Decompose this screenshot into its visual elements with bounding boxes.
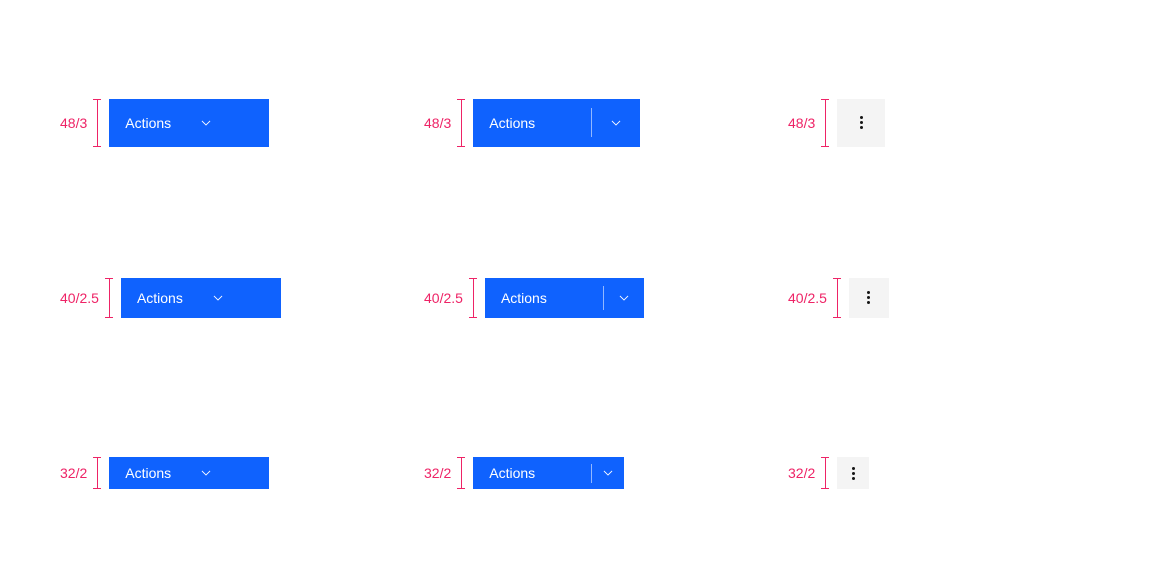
cell-menu-40: 40/2.5 Actions xyxy=(30,235,394,360)
bracket-icon xyxy=(93,99,101,147)
size-spec: 48/3 xyxy=(60,99,101,147)
bracket-icon xyxy=(821,457,829,489)
menu-button[interactable]: Actions xyxy=(109,99,269,147)
cell-split-40: 40/2.5 Actions xyxy=(394,235,758,360)
split-button[interactable]: Actions xyxy=(485,278,644,318)
size-spec: 48/3 xyxy=(788,99,829,147)
bracket-icon xyxy=(93,457,101,489)
size-spec: 32/2 xyxy=(60,457,101,489)
chevron-down-icon xyxy=(199,466,227,480)
cell-menu-32: 32/2 Actions xyxy=(30,411,394,536)
split-button-label: Actions xyxy=(501,290,547,306)
cell-overflow-32: 32/2 xyxy=(758,411,1122,536)
split-button-label: Actions xyxy=(489,115,535,131)
size-spec: 32/2 xyxy=(424,457,465,489)
bracket-icon xyxy=(457,99,465,147)
cell-menu-48: 48/3 Actions xyxy=(30,60,394,185)
split-button-toggle[interactable] xyxy=(592,99,640,147)
size-spec: 40/2.5 xyxy=(788,278,841,318)
overflow-menu-button[interactable] xyxy=(837,457,869,489)
overflow-vertical-icon xyxy=(867,291,870,304)
cell-overflow-48: 48/3 xyxy=(758,60,1122,185)
size-spec: 40/2.5 xyxy=(60,278,113,318)
overflow-vertical-icon xyxy=(852,467,855,480)
menu-button-label: Actions xyxy=(121,290,211,306)
split-button-toggle[interactable] xyxy=(604,278,644,318)
spec-grid: 48/3 Actions 48/3 Actions xyxy=(0,0,1152,576)
size-spec: 48/3 xyxy=(424,99,465,147)
bracket-icon xyxy=(821,99,829,147)
spec-label: 40/2.5 xyxy=(788,290,827,306)
menu-button-label: Actions xyxy=(109,115,199,131)
split-button-main[interactable]: Actions xyxy=(473,457,591,489)
spec-label: 32/2 xyxy=(60,465,87,481)
cell-overflow-40: 40/2.5 xyxy=(758,235,1122,360)
size-spec: 32/2 xyxy=(788,457,829,489)
cell-split-32: 32/2 Actions xyxy=(394,411,758,536)
bracket-icon xyxy=(457,457,465,489)
overflow-menu-button[interactable] xyxy=(849,278,889,318)
cell-split-48: 48/3 Actions xyxy=(394,60,758,185)
chevron-down-icon xyxy=(211,291,239,305)
spec-label: 40/2.5 xyxy=(424,290,463,306)
spec-label: 40/2.5 xyxy=(60,290,99,306)
spec-label: 32/2 xyxy=(788,465,815,481)
chevron-down-icon xyxy=(609,116,623,130)
split-button-label: Actions xyxy=(489,465,535,481)
spec-label: 48/3 xyxy=(60,115,87,131)
split-button-main[interactable]: Actions xyxy=(473,99,591,147)
menu-button-label: Actions xyxy=(109,465,199,481)
spec-label: 48/3 xyxy=(424,115,451,131)
chevron-down-icon xyxy=(601,466,615,480)
size-spec: 40/2.5 xyxy=(424,278,477,318)
menu-button[interactable]: Actions xyxy=(121,278,281,318)
spec-label: 48/3 xyxy=(788,115,815,131)
overflow-menu-button[interactable] xyxy=(837,99,885,147)
chevron-down-icon xyxy=(617,291,631,305)
spec-label: 32/2 xyxy=(424,465,451,481)
menu-button[interactable]: Actions xyxy=(109,457,269,489)
overflow-vertical-icon xyxy=(860,116,863,129)
split-button[interactable]: Actions xyxy=(473,99,640,147)
chevron-down-icon xyxy=(199,116,227,130)
bracket-icon xyxy=(105,278,113,318)
split-button[interactable]: Actions xyxy=(473,457,624,489)
bracket-icon xyxy=(469,278,477,318)
split-button-main[interactable]: Actions xyxy=(485,278,603,318)
split-button-toggle[interactable] xyxy=(592,457,624,489)
bracket-icon xyxy=(833,278,841,318)
